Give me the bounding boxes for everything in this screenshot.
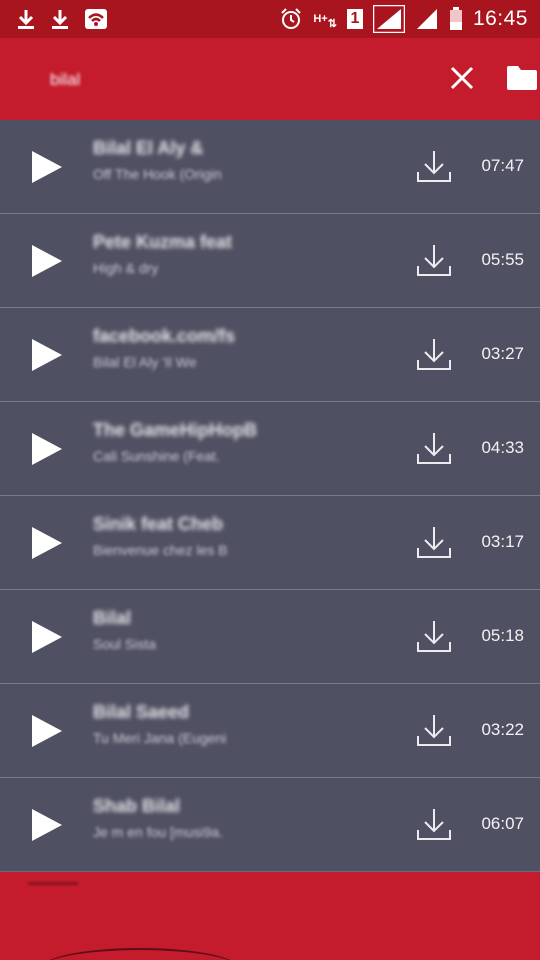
play-icon xyxy=(32,433,62,465)
download-icon xyxy=(417,527,451,558)
play-icon xyxy=(32,339,62,371)
signal-icon xyxy=(372,5,405,33)
download-button[interactable] xyxy=(416,712,452,748)
track-row[interactable]: facebook.com/fs Bilal El Aly 'Il We 03:2… xyxy=(0,308,540,402)
track-row[interactable]: The GameHipHopB Cali Sunshine (Feat. 04:… xyxy=(0,402,540,496)
app-bar xyxy=(0,38,540,120)
play-icon xyxy=(32,245,62,277)
download-button[interactable] xyxy=(416,430,452,466)
play-button[interactable] xyxy=(24,429,68,469)
download-button[interactable] xyxy=(416,148,452,184)
download-icon xyxy=(417,809,451,840)
network-type-label: H+ ⇅ xyxy=(313,13,337,30)
alarm-icon xyxy=(279,7,303,31)
play-button[interactable] xyxy=(24,335,68,375)
download-icon xyxy=(417,245,451,276)
track-subtitle: Bilal El Aly 'Il We xyxy=(93,354,197,370)
track-duration: 06:07 xyxy=(481,814,524,833)
clear-search-button[interactable] xyxy=(442,58,482,98)
track-row[interactable]: Sinik feat Cheb Bienvenue chez les B 03:… xyxy=(0,496,540,590)
track-title: The GameHipHopB xyxy=(93,420,258,440)
sim-slot-badge: 1 xyxy=(346,9,363,29)
play-button[interactable] xyxy=(24,805,68,845)
close-icon xyxy=(450,66,474,90)
play-icon xyxy=(32,809,62,841)
track-subtitle: High & dry xyxy=(93,260,159,276)
download-icon xyxy=(417,151,451,182)
track-duration: 05:18 xyxy=(481,626,524,645)
play-icon xyxy=(32,621,62,653)
track-title: Bilal xyxy=(93,608,132,628)
folder-icon xyxy=(507,66,537,90)
download-button[interactable] xyxy=(416,242,452,278)
track-subtitle: Soul Sista xyxy=(93,636,157,652)
download-icon xyxy=(417,621,451,652)
signal-icon xyxy=(415,7,439,31)
track-list: Bilal El Aly & Off The Hook (Origin 07:4… xyxy=(0,120,540,872)
banner-decoration xyxy=(40,948,240,960)
track-title: Bilal El Aly & xyxy=(93,138,204,158)
status-bar: H+ ⇅ 1 16:45 xyxy=(0,0,540,38)
download-button[interactable] xyxy=(416,524,452,560)
track-subtitle: Tu Meri Jana (Eugeni xyxy=(93,730,227,746)
track-title: Pete Kuzma feat xyxy=(93,232,233,252)
track-title: facebook.com/fs xyxy=(93,326,236,346)
download-icon xyxy=(417,433,451,464)
track-subtitle: Off The Hook (Origin xyxy=(93,166,222,182)
play-icon xyxy=(32,527,62,559)
track-duration: 03:22 xyxy=(481,720,524,739)
status-bar-notifications xyxy=(0,8,108,30)
play-button[interactable] xyxy=(24,147,68,187)
track-duration: 05:55 xyxy=(481,250,524,269)
download-button[interactable] xyxy=(416,806,452,842)
play-icon xyxy=(32,151,62,183)
banner-decoration xyxy=(28,882,78,885)
track-duration: 04:33 xyxy=(481,438,524,457)
track-row[interactable]: Shab Bilal Je m en fou [musi9a. 06:07 xyxy=(0,778,540,872)
track-title: Bilal Saeed xyxy=(93,702,190,722)
download-button[interactable] xyxy=(416,336,452,372)
track-row[interactable]: Pete Kuzma feat High & dry 05:55 xyxy=(0,214,540,308)
play-button[interactable] xyxy=(24,711,68,751)
track-row[interactable]: Bilal Soul Sista 05:18 xyxy=(0,590,540,684)
track-duration: 03:27 xyxy=(481,344,524,363)
track-duration: 07:47 xyxy=(481,156,524,175)
track-title: Sinik feat Cheb xyxy=(93,514,224,534)
download-icon xyxy=(417,339,451,370)
search-input[interactable] xyxy=(48,66,392,94)
bottom-banner xyxy=(0,872,540,960)
wifi-icon xyxy=(84,8,108,30)
track-row[interactable]: Bilal Saeed Tu Meri Jana (Eugeni 03:22 xyxy=(0,684,540,778)
play-button[interactable] xyxy=(24,523,68,563)
track-duration: 03:17 xyxy=(481,532,524,551)
track-subtitle: Je m en fou [musi9a. xyxy=(93,824,223,840)
play-button[interactable] xyxy=(24,617,68,657)
download-icon xyxy=(16,8,36,30)
play-button[interactable] xyxy=(24,241,68,281)
open-folder-button[interactable] xyxy=(504,60,540,96)
track-subtitle: Cali Sunshine (Feat. xyxy=(93,448,220,464)
clock: 16:45 xyxy=(472,7,528,30)
download-icon xyxy=(50,8,70,30)
track-title: Shab Bilal xyxy=(93,796,181,816)
play-icon xyxy=(32,715,62,747)
track-subtitle: Bienvenue chez les B xyxy=(93,542,228,558)
status-bar-system: H+ ⇅ 1 16:45 xyxy=(279,5,540,33)
download-button[interactable] xyxy=(416,618,452,654)
download-icon xyxy=(417,715,451,746)
battery-icon xyxy=(449,7,463,31)
track-row[interactable]: Bilal El Aly & Off The Hook (Origin 07:4… xyxy=(0,120,540,214)
